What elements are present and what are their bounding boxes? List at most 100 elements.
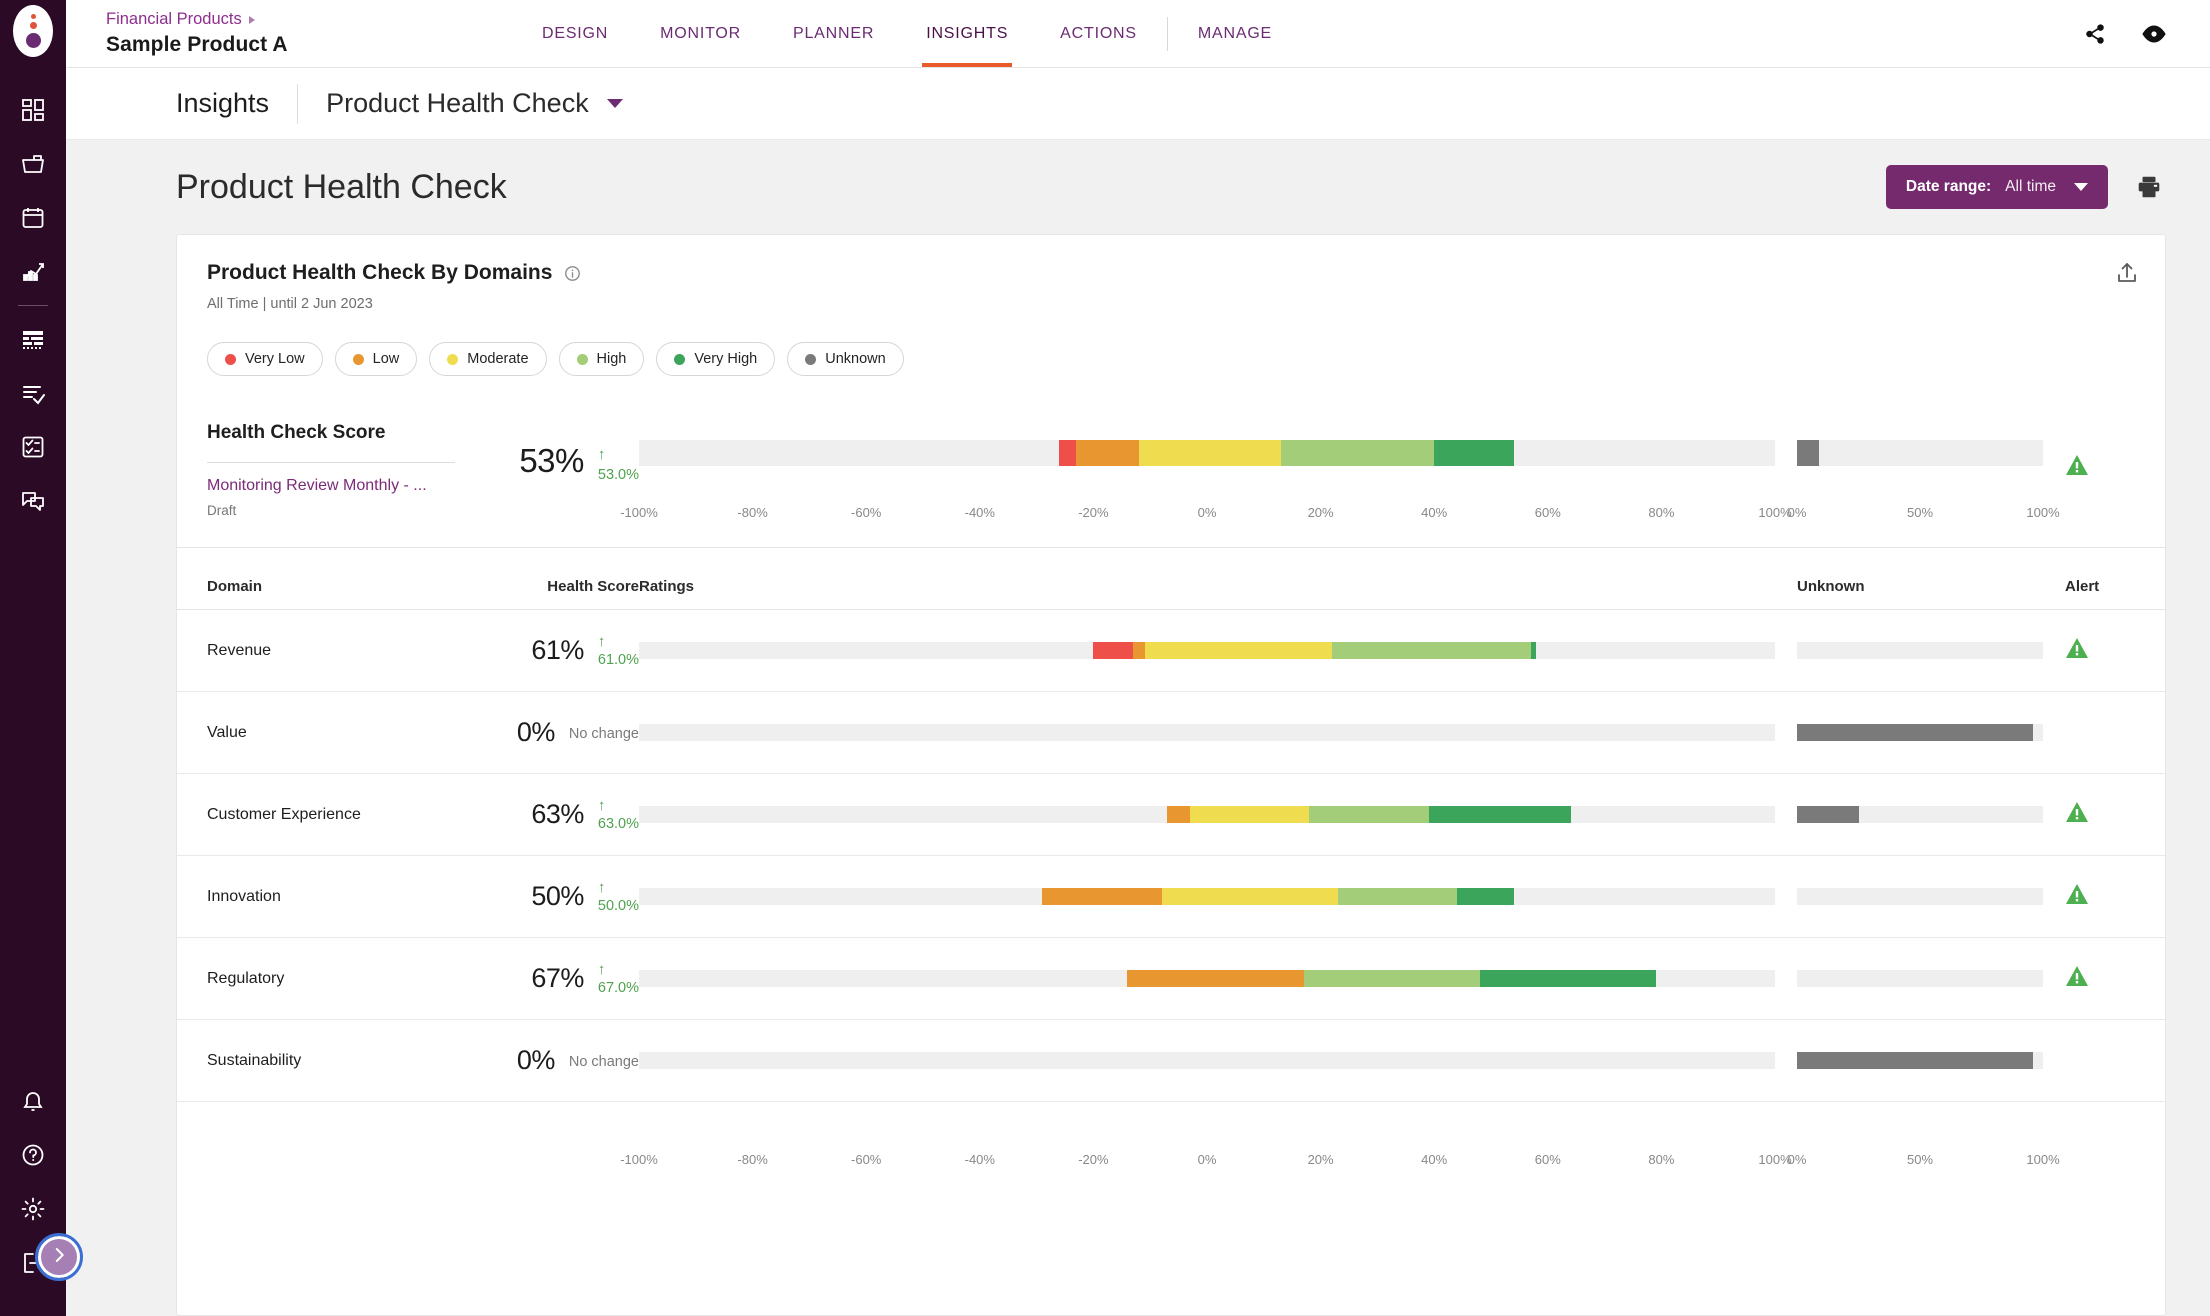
rating-segment-moderate[interactable] — [1189, 806, 1310, 823]
export-icon[interactable] — [2115, 261, 2139, 285]
ratings-track[interactable] — [639, 806, 1775, 823]
axis-tick-label: -80% — [737, 505, 768, 520]
rail-item-analytics[interactable] — [0, 245, 66, 299]
alert-triangle-icon[interactable] — [2065, 883, 2089, 910]
legend-chip-low[interactable]: Low — [334, 342, 418, 376]
ratings-track[interactable] — [639, 1052, 1775, 1069]
insights-label: Insights — [176, 88, 270, 118]
summary-unknown-track[interactable] — [1797, 440, 2043, 466]
rail-item-checklist[interactable] — [0, 366, 66, 420]
rating-segment-low[interactable] — [1076, 440, 1139, 466]
rating-segment-very_low[interactable] — [1059, 440, 1077, 466]
cell-unknown — [1775, 806, 2043, 823]
legend-chip-unknown[interactable]: Unknown — [787, 342, 904, 376]
ratings-track[interactable] — [639, 724, 1775, 741]
rating-segment-high[interactable] — [1303, 970, 1480, 987]
rating-segment-high[interactable] — [1337, 888, 1457, 905]
arrow-up-icon: ↑ — [597, 632, 606, 650]
nav-tab-actions[interactable]: ACTIONS — [1034, 0, 1163, 67]
axis-tick-label: 100% — [2026, 505, 2060, 520]
eye-icon[interactable] — [2142, 22, 2166, 46]
alert-triangle-icon[interactable] — [2065, 637, 2089, 664]
unknown-segment[interactable] — [1797, 724, 2034, 741]
rail-item-settings[interactable] — [0, 1182, 66, 1236]
share-icon[interactable] — [2084, 23, 2106, 45]
rating-segment-high[interactable] — [1309, 806, 1429, 823]
summary-review-link[interactable]: Monitoring Review Monthly - ... — [207, 477, 459, 495]
alert-triangle-icon[interactable] — [2065, 965, 2089, 992]
nav-tab-manage[interactable]: MANAGE — [1172, 0, 1298, 67]
rating-segment-high[interactable] — [1331, 642, 1531, 659]
summary-ratings-track[interactable] — [639, 440, 1775, 466]
rail-item-chat[interactable] — [0, 474, 66, 528]
rating-segment-very_high[interactable] — [1530, 642, 1537, 659]
rating-segment-very_high[interactable] — [1434, 440, 1514, 466]
alert-triangle-icon[interactable] — [2065, 454, 2089, 481]
app-logo[interactable] — [13, 5, 53, 57]
col-header-health-score: Health Score — [547, 578, 639, 595]
rating-segment-very_high[interactable] — [1456, 888, 1514, 905]
cell-unknown — [1775, 1052, 2043, 1069]
footer-ratings-axis: -100% -80% -60% -40% -20% 0% 20% 40% 60% 80% 100% — [620, 1152, 1791, 1170]
date-range-button[interactable]: Date range: All time — [1885, 165, 2108, 209]
unknown-track[interactable] — [1797, 888, 2043, 905]
unknown-track[interactable] — [1797, 1052, 2043, 1069]
cell-alert — [2043, 801, 2135, 828]
legend-chip-high[interactable]: High — [558, 342, 645, 376]
unknown-segment[interactable] — [1797, 806, 1859, 823]
unknown-track[interactable] — [1797, 642, 2043, 659]
alert-triangle-icon[interactable] — [2065, 801, 2089, 828]
legend-chip-very-high[interactable]: Very High — [656, 342, 776, 376]
rail-item-calendar[interactable] — [0, 191, 66, 245]
table-row[interactable]: Sustainability 0% No change — [177, 1020, 2165, 1102]
axis-tick-label: -20% — [1078, 1152, 1109, 1167]
table-row[interactable]: Value 0% No change — [177, 692, 2165, 774]
rating-segment-high[interactable] — [1280, 440, 1435, 466]
top-bar-actions — [2084, 22, 2210, 46]
rating-segment-moderate[interactable] — [1138, 440, 1281, 466]
rating-segment-low[interactable] — [1133, 642, 1145, 659]
table-row[interactable]: Revenue 61% ↑ 61.0% — [177, 610, 2165, 692]
rail-item-table[interactable] — [0, 312, 66, 366]
nav-tab-design[interactable]: DESIGN — [516, 0, 634, 67]
rail-item-dashboard[interactable] — [0, 83, 66, 137]
breadcrumb-current-title: Sample Product A — [106, 33, 288, 56]
report-selector[interactable]: Product Health Check — [298, 88, 623, 119]
rail-item-notifications[interactable] — [0, 1074, 66, 1128]
print-icon[interactable] — [2132, 170, 2166, 204]
table-row[interactable]: Customer Experience 63% ↑ 63.0% — [177, 774, 2165, 856]
rating-segment-very_low[interactable] — [1093, 642, 1134, 659]
unknown-segment[interactable] — [1797, 1052, 2034, 1069]
nav-tab-insights[interactable]: INSIGHTS — [900, 0, 1034, 67]
info-icon[interactable] — [564, 265, 581, 282]
unknown-track[interactable] — [1797, 970, 2043, 987]
ratings-track[interactable] — [639, 970, 1775, 987]
rating-segment-low[interactable] — [1042, 888, 1162, 905]
legend-chip-moderate[interactable]: Moderate — [429, 342, 547, 376]
table-row[interactable]: Innovation 50% ↑ 50.0% — [177, 856, 2165, 938]
cell-ratings — [639, 642, 1775, 659]
health-score-value: 0% — [516, 717, 556, 747]
rail-item-tasklist[interactable] — [0, 420, 66, 474]
rail-item-folder[interactable] — [0, 137, 66, 191]
rating-segment-very_high[interactable] — [1479, 970, 1656, 987]
unknown-track[interactable] — [1797, 806, 2043, 823]
unknown-segment[interactable] — [1797, 440, 1820, 466]
rating-segment-moderate[interactable] — [1161, 888, 1338, 905]
rating-segment-moderate[interactable] — [1144, 642, 1332, 659]
unknown-track[interactable] — [1797, 724, 2043, 741]
rating-segment-low[interactable] — [1127, 970, 1304, 987]
rating-segment-low[interactable] — [1167, 806, 1190, 823]
breadcrumb-parent-link[interactable]: Financial Products — [106, 10, 242, 29]
legend-chip-very-low[interactable]: Very Low — [207, 342, 323, 376]
domains-table: Domain Health Score Ratings Unknown Aler… — [177, 548, 2165, 1315]
ratings-track[interactable] — [639, 888, 1775, 905]
table-row[interactable]: Regulatory 67% ↑ 67.0% — [177, 938, 2165, 1020]
nav-tab-planner[interactable]: PLANNER — [767, 0, 900, 67]
expand-sidebar-button[interactable] — [35, 1233, 83, 1281]
ratings-track[interactable] — [639, 642, 1775, 659]
nav-tab-monitor[interactable]: MONITOR — [634, 0, 767, 67]
rail-item-help[interactable] — [0, 1128, 66, 1182]
rating-segment-very_high[interactable] — [1428, 806, 1571, 823]
arrow-up-icon: ↑ — [597, 446, 606, 463]
